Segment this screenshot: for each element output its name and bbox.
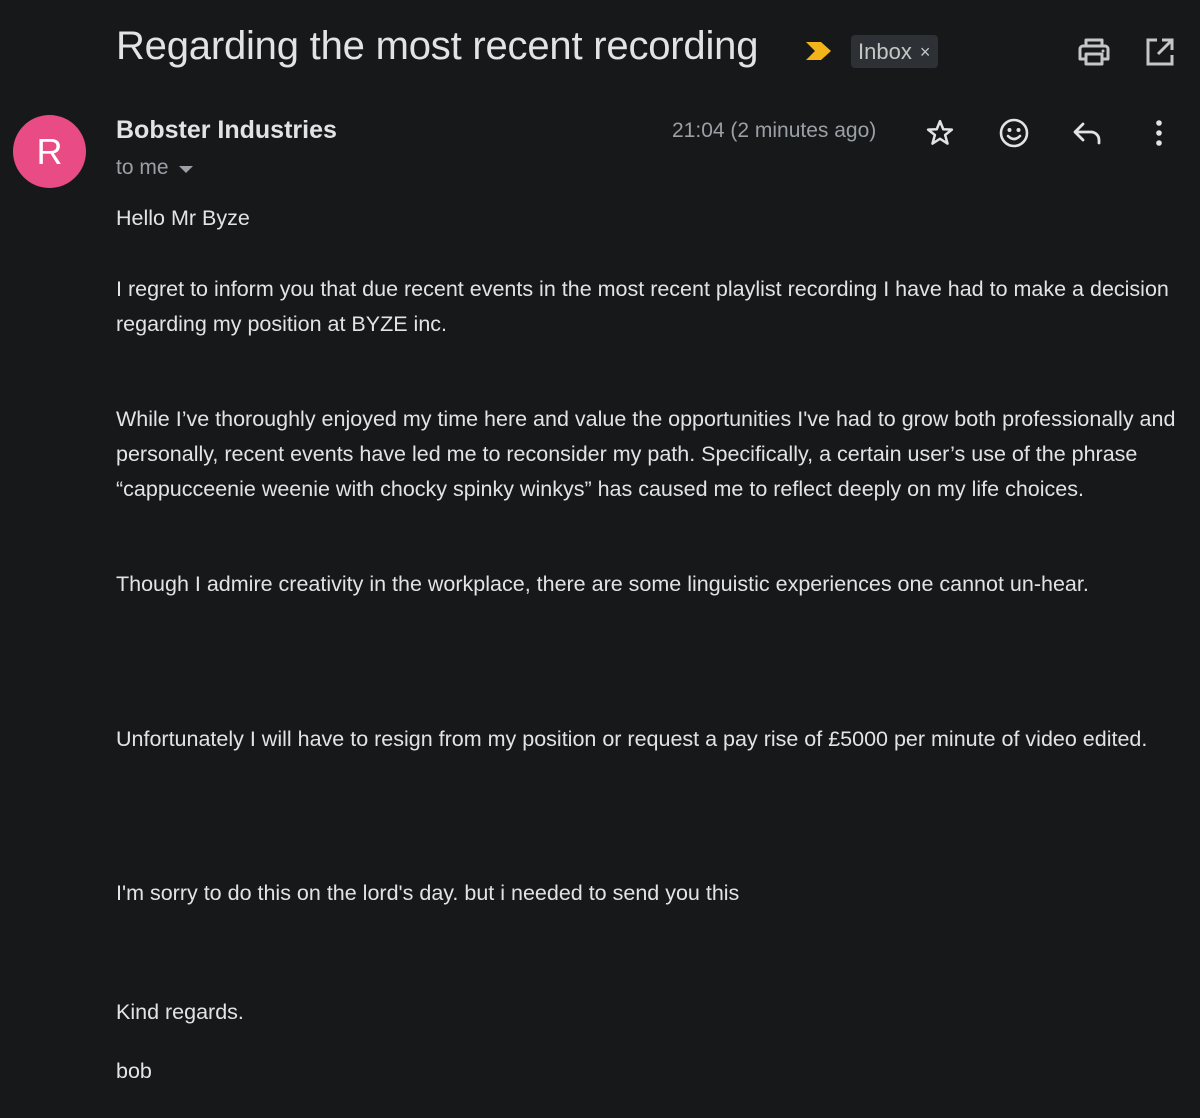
recipient-label: to me xyxy=(116,156,169,179)
print-button[interactable] xyxy=(1074,34,1114,70)
avatar[interactable]: R xyxy=(13,115,86,188)
more-vertical-icon xyxy=(1156,120,1162,146)
chevron-down-icon[interactable] xyxy=(178,166,193,173)
body-signature: bob xyxy=(116,1059,152,1083)
body-paragraph-3: Though I admire creativity in the workpl… xyxy=(116,572,1089,596)
label-chip-text: Inbox xyxy=(858,38,912,64)
message-timestamp: 21:04 (2 minutes ago) xyxy=(672,119,877,142)
reply-button[interactable] xyxy=(1067,114,1107,152)
more-options-button[interactable] xyxy=(1142,114,1176,152)
recipient-details[interactable]: to me xyxy=(116,156,193,180)
body-paragraph-4: Unfortunately I will have to resign from… xyxy=(116,727,1148,751)
remove-label-icon[interactable]: × xyxy=(920,43,931,61)
emoji-reaction-button[interactable] xyxy=(994,113,1034,153)
open-in-new-window-icon xyxy=(1146,38,1174,66)
body-paragraph-2: While I’ve thoroughly enjoyed my time he… xyxy=(116,407,1176,501)
emoji-reaction-icon xyxy=(999,118,1029,148)
star-icon xyxy=(926,119,954,145)
email-subject: Regarding the most recent recording xyxy=(116,24,759,68)
reply-icon xyxy=(1073,122,1101,145)
body-greeting: Hello Mr Byze xyxy=(116,206,250,230)
print-icon xyxy=(1078,38,1110,66)
sender-name[interactable]: Bobster Industries xyxy=(116,116,337,145)
body-paragraph-5: I'm sorry to do this on the lord's day. … xyxy=(116,881,740,905)
star-button[interactable] xyxy=(921,114,959,152)
body-paragraph-1: I regret to inform you that due recent e… xyxy=(116,277,1169,336)
importance-marker-icon[interactable] xyxy=(806,40,832,62)
body-sign-off: Kind regards. xyxy=(116,1000,244,1024)
inbox-label-chip[interactable]: Inbox × xyxy=(851,35,939,68)
open-in-new-window-button[interactable] xyxy=(1140,33,1180,71)
